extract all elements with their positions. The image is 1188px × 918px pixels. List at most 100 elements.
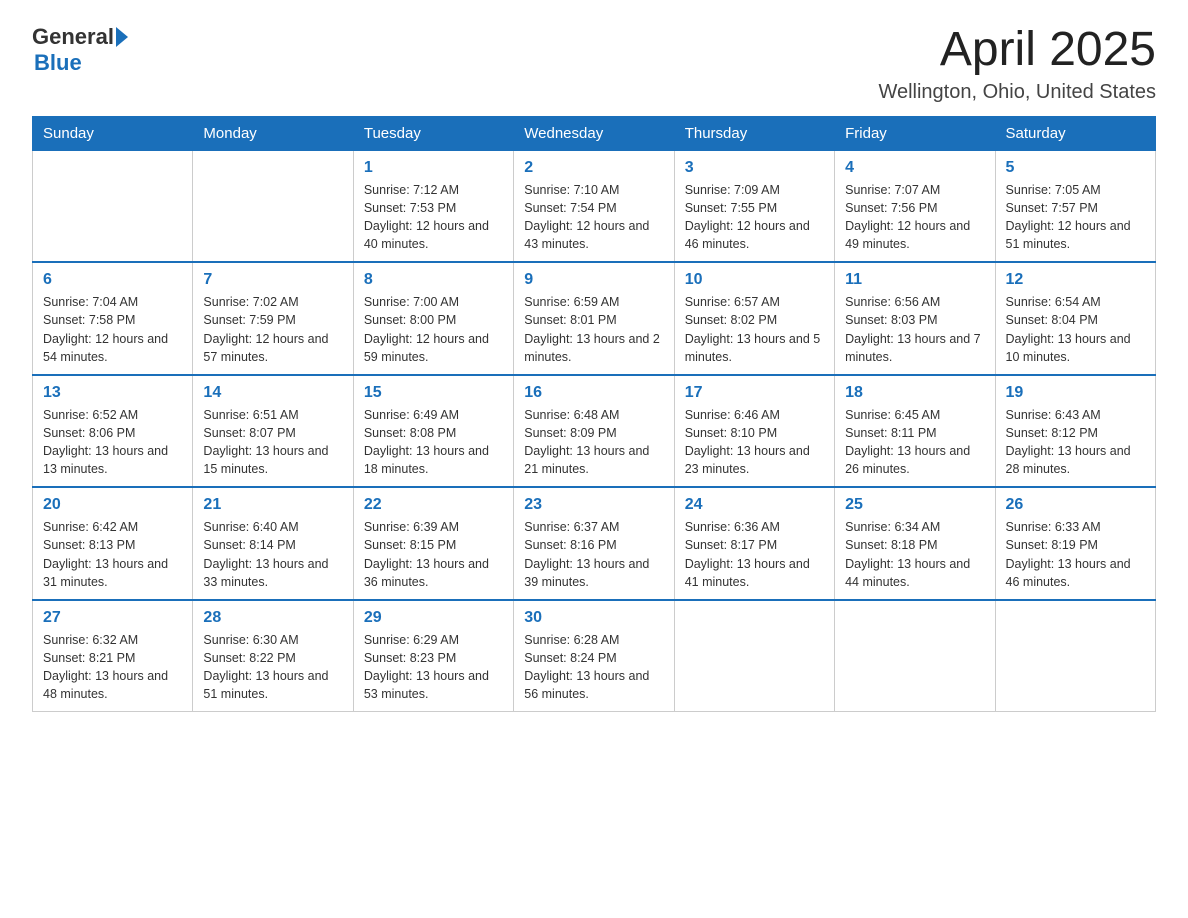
day-number: 16 xyxy=(524,384,663,402)
title-block: April 2025 Wellington, Ohio, United Stat… xyxy=(878,24,1156,104)
calendar-header-row: Sunday Monday Tuesday Wednesday Thursday… xyxy=(33,116,1156,150)
day-info: Sunrise: 7:12 AMSunset: 7:53 PMDaylight:… xyxy=(364,181,503,254)
day-info: Sunrise: 6:49 AMSunset: 8:08 PMDaylight:… xyxy=(364,406,503,479)
col-thursday: Thursday xyxy=(674,116,834,150)
day-info: Sunrise: 6:43 AMSunset: 8:12 PMDaylight:… xyxy=(1006,406,1145,479)
table-row: 9Sunrise: 6:59 AMSunset: 8:01 PMDaylight… xyxy=(514,262,674,375)
table-row: 8 Sunrise: 7:00 AMSunset: 8:00 PMDaylight… xyxy=(353,262,513,375)
table-row: 24Sunrise: 6:36 AMSunset: 8:17 PMDayligh… xyxy=(674,487,834,600)
day-info: Sunrise: 7:07 AMSunset: 7:56 PMDaylight:… xyxy=(845,181,984,254)
table-row: 10 Sunrise: 6:57 AMSunset: 8:02 PMDayligh… xyxy=(674,262,834,375)
table-row: 3 Sunrise: 7:09 AMSunset: 7:55 PMDaylight… xyxy=(674,150,834,262)
day-number: 17 xyxy=(685,384,824,402)
day-info: Sunrise: 6:48 AMSunset: 8:09 PMDaylight:… xyxy=(524,406,663,479)
day-number: 20 xyxy=(43,496,182,514)
location-subtitle: Wellington, Ohio, United States xyxy=(878,81,1156,104)
day-number: 12 xyxy=(1006,271,1145,289)
day-info: Sunrise: 6:36 AMSunset: 8:17 PMDaylight:… xyxy=(685,518,824,591)
day-info: Sunrise: 6:33 AMSunset: 8:19 PMDaylight:… xyxy=(1006,518,1145,591)
table-row: 5 Sunrise: 7:05 AMSunset: 7:57 PMDaylight… xyxy=(995,150,1155,262)
day-info: Sunrise: 6:29 AMSunset: 8:23 PMDaylight:… xyxy=(364,631,503,704)
table-row: 23 Sunrise: 6:37 AMSunset: 8:16 PMDayligh… xyxy=(514,487,674,600)
day-info: Sunrise: 6:45 AMSunset: 8:11 PMDaylight:… xyxy=(845,406,984,479)
day-info: Sunrise: 7:10 AMSunset: 7:54 PMDaylight:… xyxy=(524,181,663,254)
table-row xyxy=(995,600,1155,712)
calendar-week-row: 27 Sunrise: 6:32 AMSunset: 8:21 PMDayligh… xyxy=(33,600,1156,712)
table-row: 19 Sunrise: 6:43 AMSunset: 8:12 PMDayligh… xyxy=(995,375,1155,488)
table-row: 12 Sunrise: 6:54 AMSunset: 8:04 PMDayligh… xyxy=(995,262,1155,375)
table-row: 2 Sunrise: 7:10 AMSunset: 7:54 PMDaylight… xyxy=(514,150,674,262)
day-info: Sunrise: 6:54 AMSunset: 8:04 PMDaylight:… xyxy=(1006,293,1145,366)
table-row: 22Sunrise: 6:39 AMSunset: 8:15 PMDayligh… xyxy=(353,487,513,600)
day-number: 9 xyxy=(524,271,663,289)
day-number: 30 xyxy=(524,609,663,627)
day-info: Sunrise: 7:04 AMSunset: 7:58 PMDaylight:… xyxy=(43,293,182,366)
day-number: 14 xyxy=(203,384,342,402)
day-info: Sunrise: 6:56 AMSunset: 8:03 PMDaylight:… xyxy=(845,293,984,366)
col-friday: Friday xyxy=(835,116,995,150)
table-row xyxy=(193,150,353,262)
calendar-week-row: 20 Sunrise: 6:42 AMSunset: 8:13 PMDayligh… xyxy=(33,487,1156,600)
table-row: 7Sunrise: 7:02 AMSunset: 7:59 PMDaylight… xyxy=(193,262,353,375)
table-row xyxy=(674,600,834,712)
table-row: 26 Sunrise: 6:33 AMSunset: 8:19 PMDayligh… xyxy=(995,487,1155,600)
col-sunday: Sunday xyxy=(33,116,193,150)
day-number: 28 xyxy=(203,609,342,627)
day-info: Sunrise: 6:57 AMSunset: 8:02 PMDaylight:… xyxy=(685,293,824,366)
table-row: 14 Sunrise: 6:51 AMSunset: 8:07 PMDayligh… xyxy=(193,375,353,488)
day-info: Sunrise: 6:40 AMSunset: 8:14 PMDaylight:… xyxy=(203,518,342,591)
table-row: 13Sunrise: 6:52 AMSunset: 8:06 PMDayligh… xyxy=(33,375,193,488)
table-row xyxy=(835,600,995,712)
day-number: 2 xyxy=(524,159,663,177)
day-info: Sunrise: 6:30 AMSunset: 8:22 PMDaylight:… xyxy=(203,631,342,704)
day-info: Sunrise: 6:42 AMSunset: 8:13 PMDaylight:… xyxy=(43,518,182,591)
table-row: 17 Sunrise: 6:46 AMSunset: 8:10 PMDayligh… xyxy=(674,375,834,488)
table-row xyxy=(33,150,193,262)
table-row: 15Sunrise: 6:49 AMSunset: 8:08 PMDayligh… xyxy=(353,375,513,488)
day-info: Sunrise: 6:52 AMSunset: 8:06 PMDaylight:… xyxy=(43,406,182,479)
day-number: 8 xyxy=(364,271,503,289)
table-row: 18Sunrise: 6:45 AMSunset: 8:11 PMDayligh… xyxy=(835,375,995,488)
day-info: Sunrise: 7:05 AMSunset: 7:57 PMDaylight:… xyxy=(1006,181,1145,254)
col-monday: Monday xyxy=(193,116,353,150)
table-row: 1 Sunrise: 7:12 AMSunset: 7:53 PMDaylight… xyxy=(353,150,513,262)
day-number: 6 xyxy=(43,271,182,289)
table-row: 30Sunrise: 6:28 AMSunset: 8:24 PMDayligh… xyxy=(514,600,674,712)
day-number: 10 xyxy=(685,271,824,289)
day-number: 4 xyxy=(845,159,984,177)
month-title: April 2025 xyxy=(878,24,1156,77)
day-info: Sunrise: 7:00 AMSunset: 8:00 PMDaylight:… xyxy=(364,293,503,366)
day-info: Sunrise: 7:09 AMSunset: 7:55 PMDaylight:… xyxy=(685,181,824,254)
day-info: Sunrise: 6:32 AMSunset: 8:21 PMDaylight:… xyxy=(43,631,182,704)
table-row: 21 Sunrise: 6:40 AMSunset: 8:14 PMDayligh… xyxy=(193,487,353,600)
day-number: 19 xyxy=(1006,384,1145,402)
col-saturday: Saturday xyxy=(995,116,1155,150)
table-row: 25Sunrise: 6:34 AMSunset: 8:18 PMDayligh… xyxy=(835,487,995,600)
table-row: 29Sunrise: 6:29 AMSunset: 8:23 PMDayligh… xyxy=(353,600,513,712)
day-number: 7 xyxy=(203,271,342,289)
table-row: 20 Sunrise: 6:42 AMSunset: 8:13 PMDayligh… xyxy=(33,487,193,600)
logo: General Blue xyxy=(32,24,128,76)
col-tuesday: Tuesday xyxy=(353,116,513,150)
calendar-week-row: 13Sunrise: 6:52 AMSunset: 8:06 PMDayligh… xyxy=(33,375,1156,488)
table-row: 4 Sunrise: 7:07 AMSunset: 7:56 PMDaylight… xyxy=(835,150,995,262)
day-number: 23 xyxy=(524,496,663,514)
day-number: 21 xyxy=(203,496,342,514)
day-info: Sunrise: 6:37 AMSunset: 8:16 PMDaylight:… xyxy=(524,518,663,591)
day-info: Sunrise: 6:46 AMSunset: 8:10 PMDaylight:… xyxy=(685,406,824,479)
calendar-week-row: 6 Sunrise: 7:04 AMSunset: 7:58 PMDaylight… xyxy=(33,262,1156,375)
day-number: 26 xyxy=(1006,496,1145,514)
table-row: 11Sunrise: 6:56 AMSunset: 8:03 PMDayligh… xyxy=(835,262,995,375)
logo-general-text: General xyxy=(32,24,114,50)
day-info: Sunrise: 6:51 AMSunset: 8:07 PMDaylight:… xyxy=(203,406,342,479)
table-row: 28 Sunrise: 6:30 AMSunset: 8:22 PMDayligh… xyxy=(193,600,353,712)
day-number: 5 xyxy=(1006,159,1145,177)
day-info: Sunrise: 6:39 AMSunset: 8:15 PMDaylight:… xyxy=(364,518,503,591)
calendar-week-row: 1 Sunrise: 7:12 AMSunset: 7:53 PMDaylight… xyxy=(33,150,1156,262)
day-number: 3 xyxy=(685,159,824,177)
table-row: 6 Sunrise: 7:04 AMSunset: 7:58 PMDaylight… xyxy=(33,262,193,375)
day-number: 25 xyxy=(845,496,984,514)
day-number: 27 xyxy=(43,609,182,627)
day-number: 1 xyxy=(364,159,503,177)
calendar-table: Sunday Monday Tuesday Wednesday Thursday… xyxy=(32,116,1156,713)
